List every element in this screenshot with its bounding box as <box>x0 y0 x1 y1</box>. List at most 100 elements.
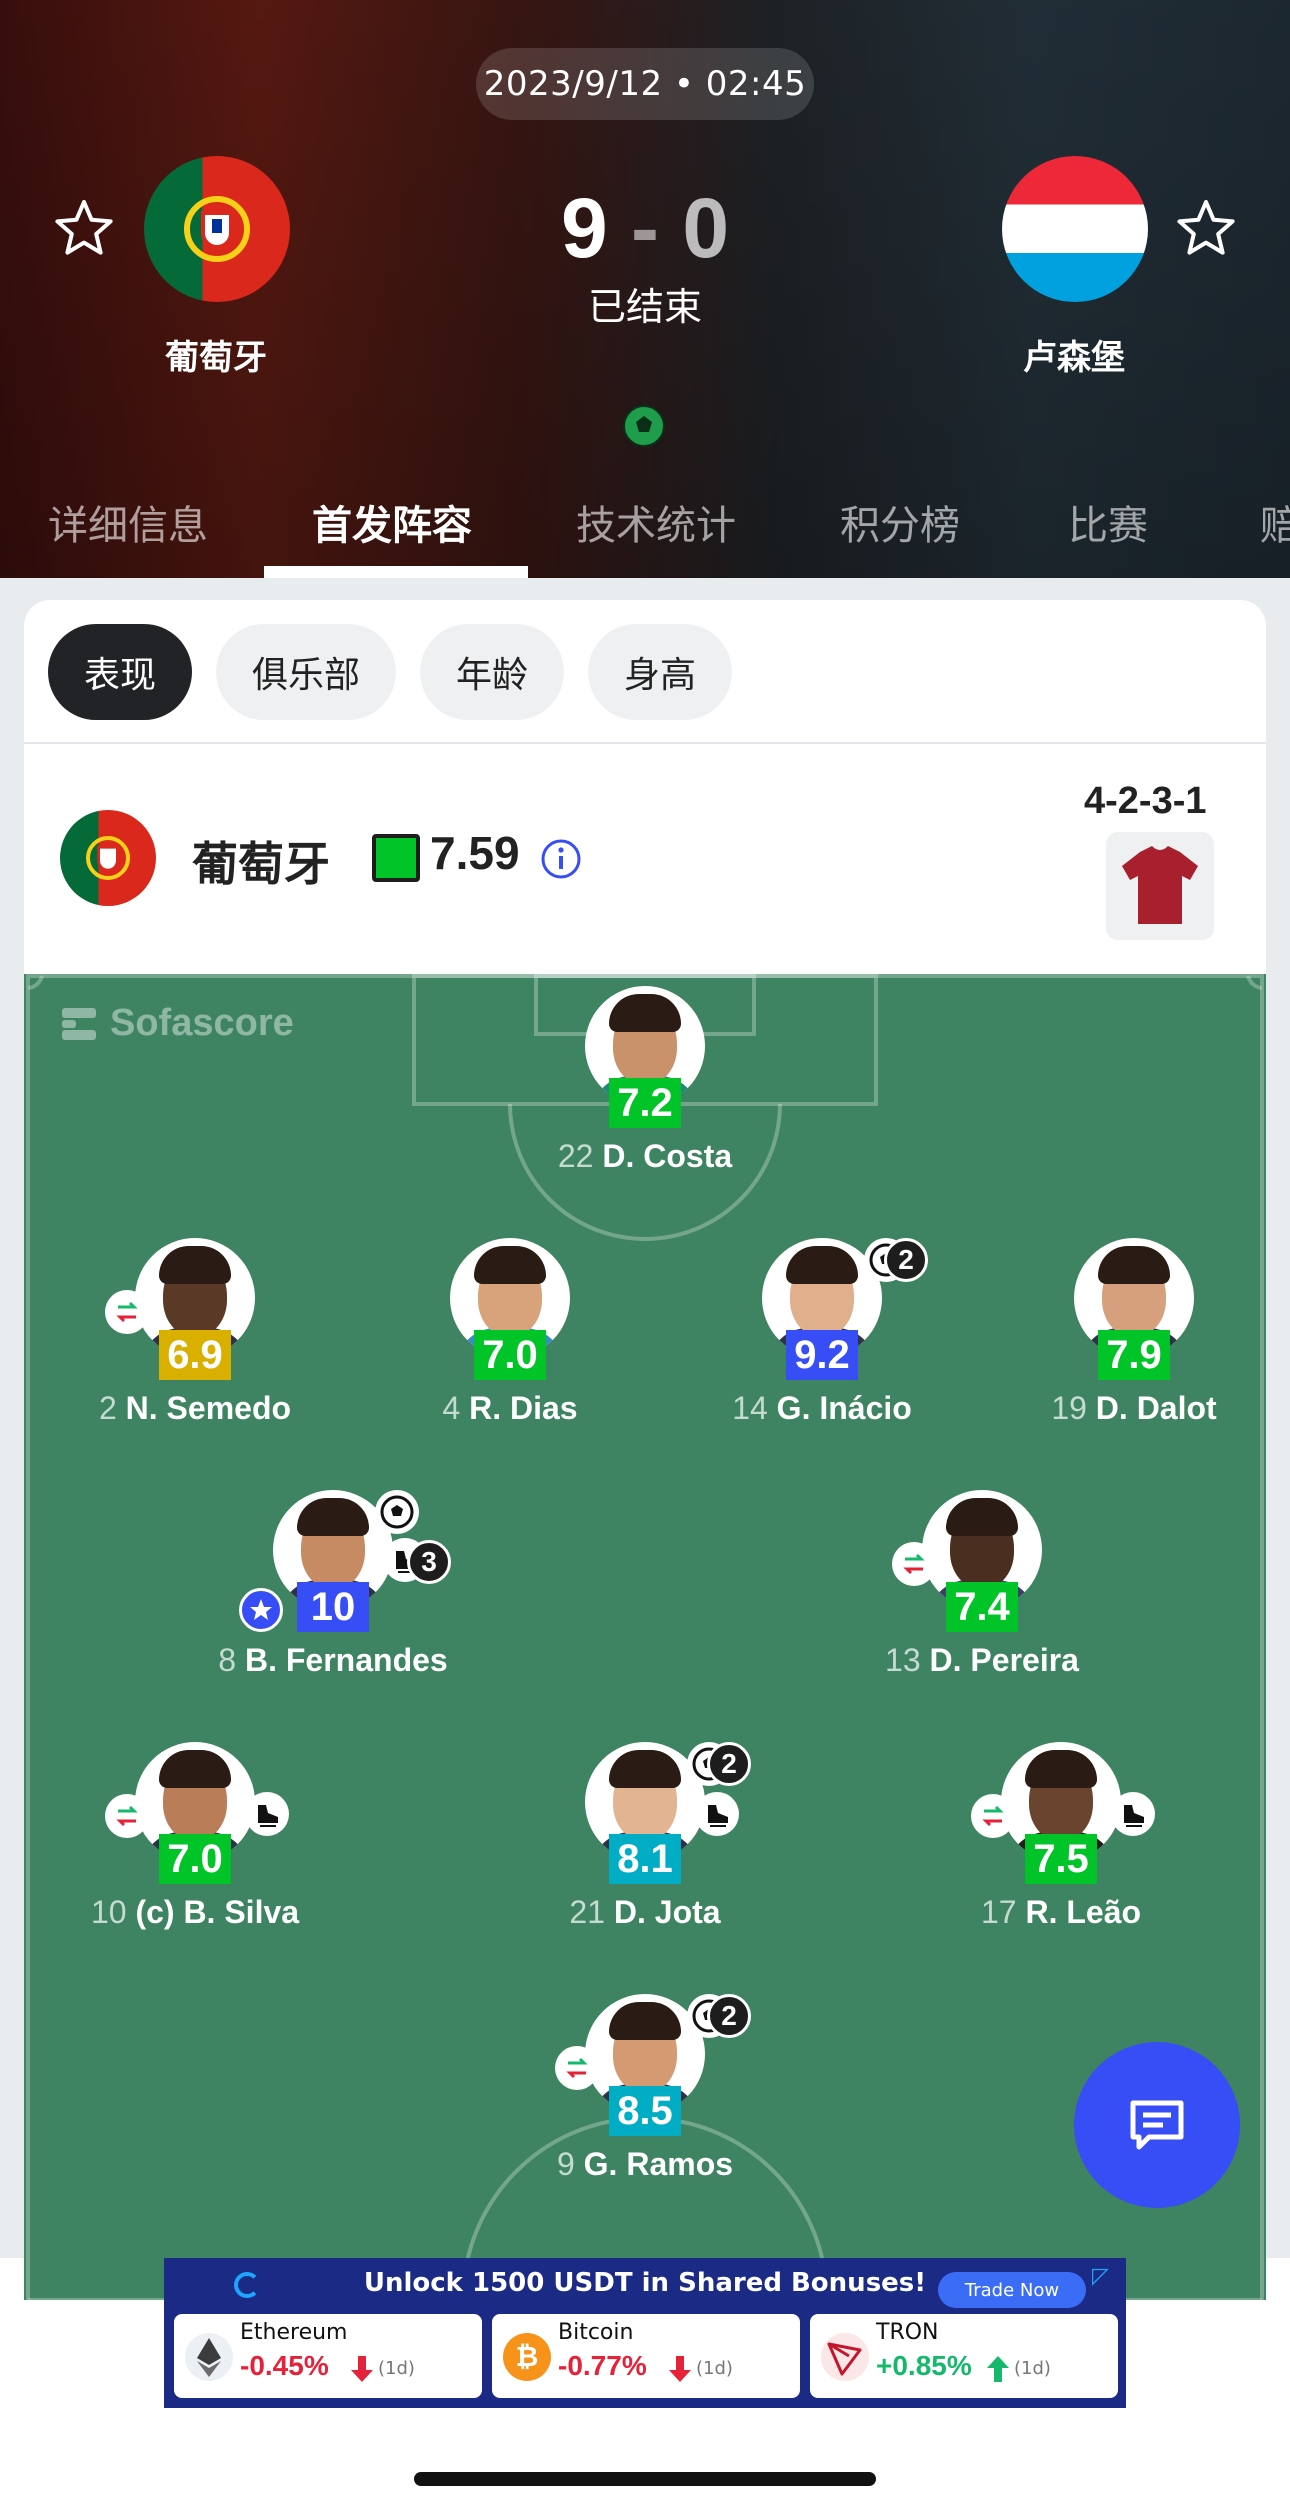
player-4[interactable]: 7.9 19 D. Dalot <box>984 1238 1266 1438</box>
ad-trade-now-button[interactable]: Trade Now <box>938 2272 1086 2308</box>
player-name: D. Pereira <box>929 1642 1079 1678</box>
adchoices-icon[interactable]: ◸ <box>1092 2264 1109 2289</box>
coin-card-tron[interactable]: TRON +0.85% (1d) <box>810 2314 1118 2398</box>
player-9[interactable]: 7.5 17 R. Leão <box>911 1742 1211 1942</box>
player-0[interactable]: 7.2 22 D. Costa <box>495 986 795 1186</box>
player-name: D. Jota <box>613 1894 721 1930</box>
tab-standings[interactable]: 积分榜 <box>840 466 960 578</box>
assist-count-badge: 3 <box>407 1540 451 1584</box>
tab-odds[interactable]: 赔 <box>1260 466 1290 578</box>
coin-period: (1d) <box>1014 2358 1051 2379</box>
player-5[interactable]: 10 8 B. Fernandes 3 <box>183 1490 483 1690</box>
chip-height[interactable]: 身高 <box>588 624 732 720</box>
player-number: 22 <box>557 1138 594 1174</box>
rating-color-swatch <box>372 834 420 882</box>
player-6[interactable]: 7.4 13 D. Pereira <box>832 1490 1132 1690</box>
home-indicator <box>414 2472 876 2486</box>
player-rating: 8.1 <box>609 1834 681 1884</box>
player-number: 17 <box>980 1894 1017 1930</box>
player-name-label: 2 N. Semedo <box>45 1390 345 1427</box>
divider <box>24 742 1266 744</box>
favorite-away-star-icon[interactable] <box>1174 196 1238 260</box>
goal-count-badge: 2 <box>707 1994 751 2038</box>
player-7[interactable]: 7.0 10 (c) B. Silva <box>45 1742 345 1942</box>
ethereum-icon <box>185 2333 233 2381</box>
top-rated-star-icon <box>239 1588 283 1632</box>
coin-name: Bitcoin <box>558 2320 634 2345</box>
chat-button[interactable] <box>1074 2042 1240 2208</box>
home-team-flag[interactable] <box>144 156 290 302</box>
screen: 2023/9/12 • 02:45 葡萄牙 9 - 0 已结束 卢森堡 详细信息… <box>0 0 1290 2512</box>
player-8[interactable]: 8.1 21 D. Jota 2 <box>495 1742 795 1942</box>
home-team-name[interactable]: 葡萄牙 <box>106 330 326 379</box>
player-name: B. Fernandes <box>244 1642 448 1678</box>
match-header: 2023/9/12 • 02:45 葡萄牙 9 - 0 已结束 卢森堡 详细信息… <box>0 0 1290 578</box>
chip-age[interactable]: 年龄 <box>420 624 564 720</box>
football-icon <box>623 405 665 447</box>
player-name: R. Leão <box>1025 1894 1142 1930</box>
scoreline: 9 - 0 <box>520 180 770 277</box>
player-name-label: 8 B. Fernandes <box>183 1642 483 1679</box>
player-name: (c) B. Silva <box>135 1894 300 1930</box>
lineup-card: 表现 俱乐部 年龄 身高 葡萄牙 7.59 4-2-3-1 Sofascore … <box>24 600 1266 2300</box>
match-status: 已结束 <box>587 285 702 329</box>
player-number: 19 <box>1051 1390 1087 1426</box>
chip-performance[interactable]: 表现 <box>48 624 192 720</box>
coin-card-ethereum[interactable]: Ethereum -0.45% (1d) <box>174 2314 482 2398</box>
chat-icon <box>1130 2100 1184 2150</box>
player-rating: 10 <box>297 1582 369 1632</box>
home-score: 9 <box>560 181 608 275</box>
player-rating: 9.2 <box>786 1330 858 1380</box>
match-tabs: 详细信息 首发阵容 技术统计 积分榜 比赛 赔 <box>0 466 1290 578</box>
coin-change: -0.77% <box>558 2350 647 2381</box>
shirt-icon <box>1122 846 1198 924</box>
favorite-home-star-icon[interactable] <box>52 196 116 260</box>
info-icon[interactable] <box>540 838 582 880</box>
coin-name: TRON <box>876 2320 939 2345</box>
player-rating: 8.5 <box>609 2086 681 2136</box>
coin-period: (1d) <box>378 2358 415 2379</box>
substitution-icon <box>892 1542 936 1586</box>
team-average-rating: 7.59 <box>430 827 520 879</box>
tab-matches[interactable]: 比赛 <box>1068 466 1148 578</box>
player-rating: 7.2 <box>609 1078 681 1128</box>
tab-details[interactable]: 详细信息 <box>48 466 208 578</box>
away-team-name[interactable]: 卢森堡 <box>964 330 1184 379</box>
coin-name: Ethereum <box>240 2320 348 2345</box>
player-number: 8 <box>218 1642 237 1678</box>
player-name: D. Costa <box>602 1138 733 1174</box>
player-2[interactable]: 7.0 4 R. Dias <box>360 1238 660 1438</box>
player-1[interactable]: 6.9 2 N. Semedo <box>45 1238 345 1438</box>
player-10[interactable]: 8.5 9 G. Ramos 2 <box>495 1994 795 2194</box>
away-team-flag[interactable] <box>1002 156 1148 302</box>
chip-club[interactable]: 俱乐部 <box>216 624 396 720</box>
player-rating: 7.4 <box>946 1582 1018 1632</box>
player-name-label: 17 R. Leão <box>911 1894 1211 1931</box>
tab-lineups[interactable]: 首发阵容 <box>312 466 472 578</box>
player-rating: 7.0 <box>474 1330 546 1380</box>
coin-period: (1d) <box>696 2358 733 2379</box>
player-name: R. Dias <box>469 1390 578 1426</box>
substitution-icon <box>971 1794 1015 1838</box>
active-tab-indicator <box>264 566 528 578</box>
player-number: 10 <box>90 1894 127 1930</box>
player-number: 4 <box>442 1390 461 1426</box>
team-kit <box>1106 832 1214 940</box>
coin-card-bitcoin[interactable]: ₿ Bitcoin -0.77% (1d) <box>492 2314 800 2398</box>
player-name-label: 10 (c) B. Silva <box>45 1894 345 1931</box>
arrow-down-icon <box>351 2356 373 2382</box>
player-name-label: 22 D. Costa <box>495 1138 795 1175</box>
tab-statistics[interactable]: 技术统计 <box>576 466 736 578</box>
player-rating: 7.9 <box>1098 1330 1170 1380</box>
player-rating: 6.9 <box>159 1330 231 1380</box>
score-separator: - <box>607 181 683 275</box>
sofascore-watermark: Sofascore <box>60 1002 294 1045</box>
assist-boot-icon <box>1111 1792 1155 1836</box>
player-name: N. Semedo <box>125 1390 292 1426</box>
arrow-down-icon <box>669 2356 691 2382</box>
ad-banner[interactable]: Unlock 1500 USDT in Shared Bonuses! Trad… <box>164 2258 1126 2408</box>
assist-boot-icon <box>245 1792 289 1836</box>
team-flag <box>60 810 156 906</box>
player-name-label: 14 G. Inácio <box>672 1390 972 1427</box>
player-3[interactable]: 9.2 14 G. Inácio 2 <box>672 1238 972 1438</box>
